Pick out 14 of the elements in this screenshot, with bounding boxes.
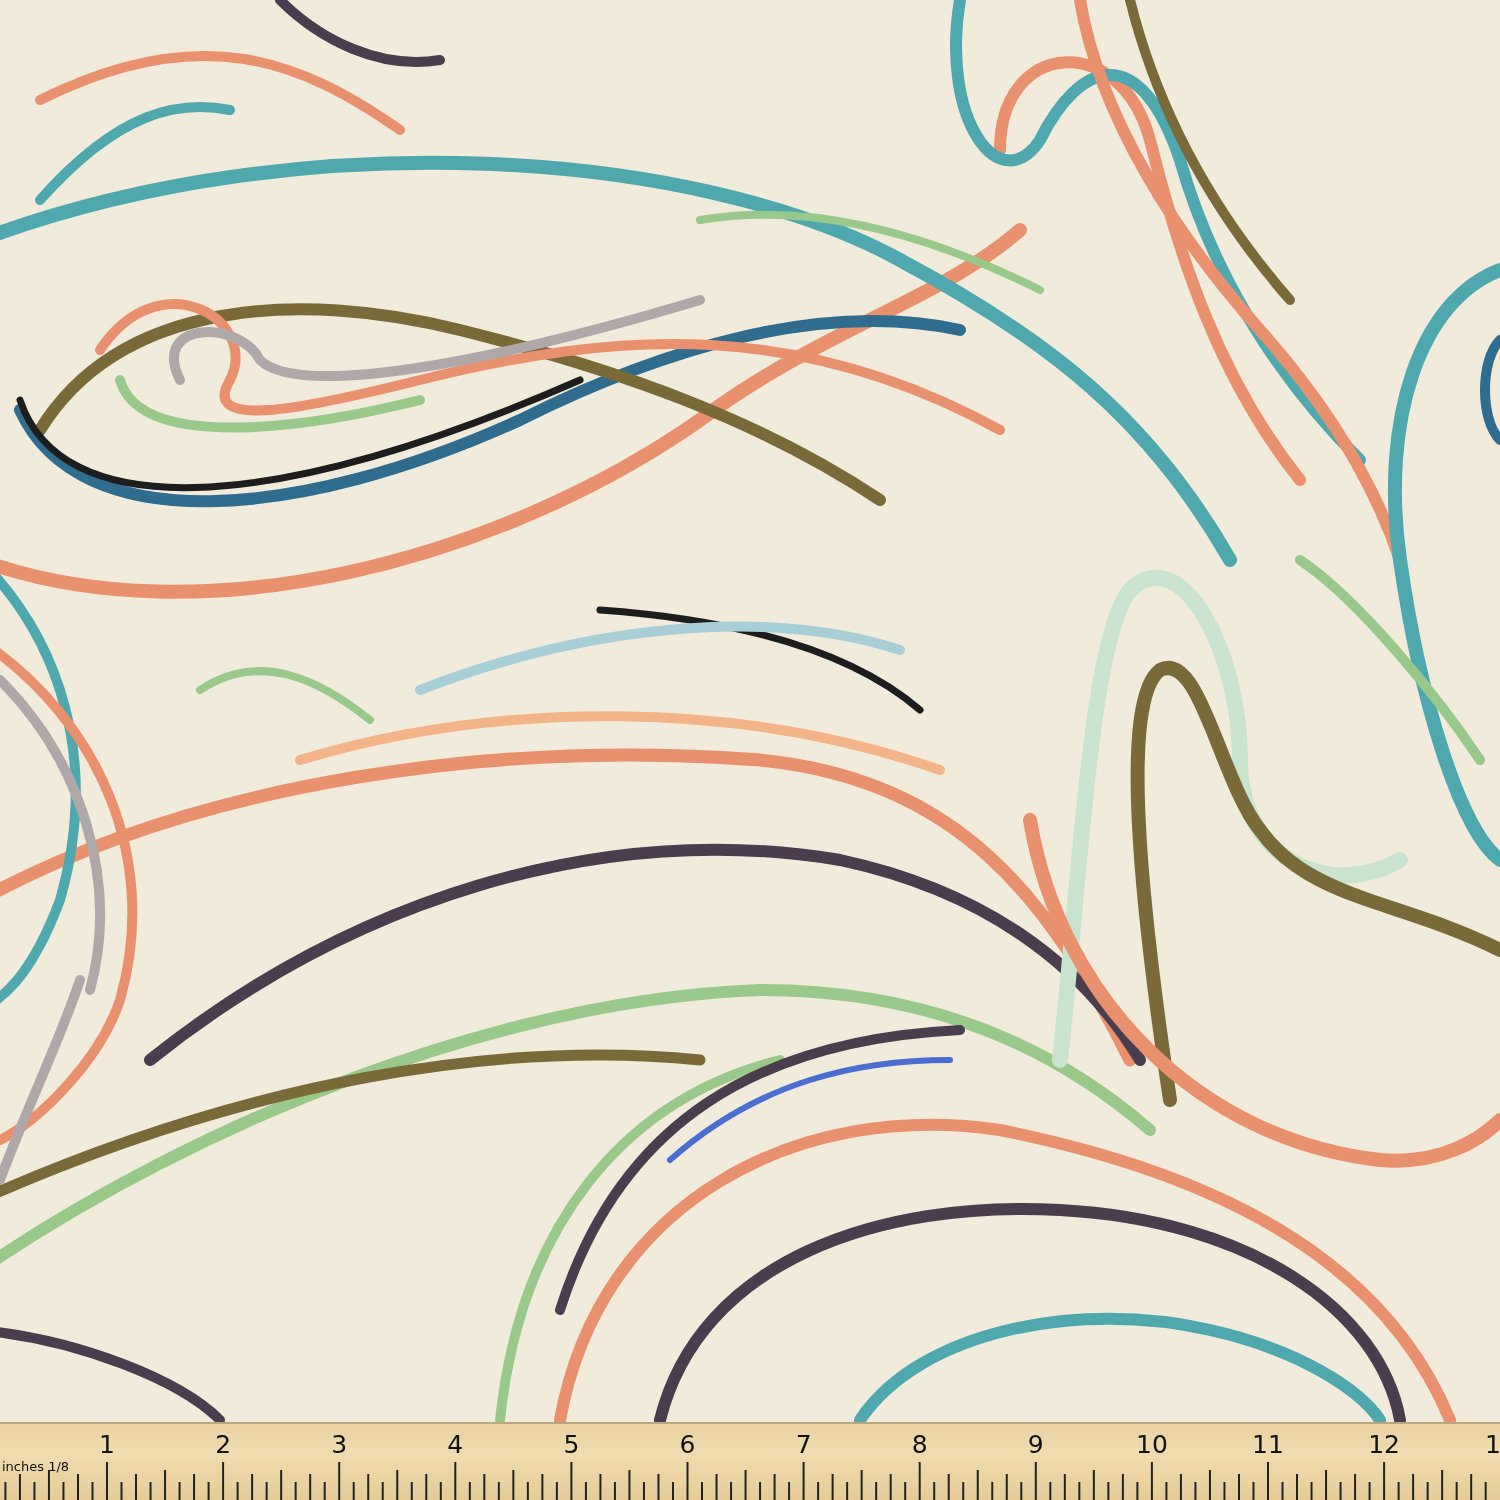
ruler-number: 7: [795, 1432, 812, 1457]
ruler-number: 2: [215, 1432, 232, 1457]
ruler-number: 8: [911, 1432, 928, 1457]
ruler-number: 1: [1485, 1432, 1500, 1457]
ruler-number: 4: [447, 1432, 464, 1457]
ruler-number: 1: [99, 1432, 115, 1457]
ruler-number: 9: [1027, 1432, 1044, 1457]
ruler-number: 3: [331, 1432, 348, 1457]
ruler-number: 5: [563, 1432, 580, 1457]
ruler-number: 10: [1136, 1432, 1168, 1457]
unit-label: inches 1/8: [2, 1460, 70, 1473]
ruler-number: 6: [679, 1432, 696, 1457]
ruler-number: 11: [1252, 1432, 1284, 1457]
ruler-number: 12: [1368, 1432, 1400, 1457]
